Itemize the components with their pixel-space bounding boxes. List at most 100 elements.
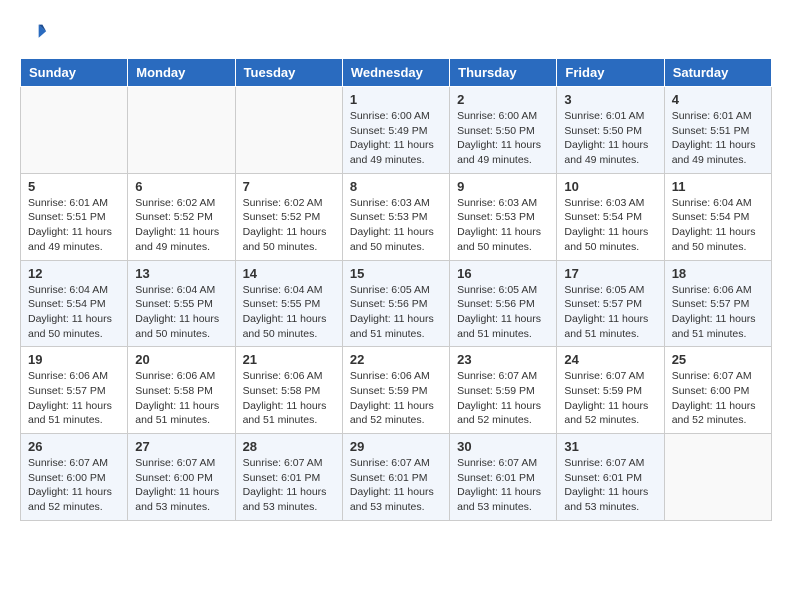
day-number: 12 <box>28 266 120 281</box>
day-number: 6 <box>135 179 227 194</box>
cell-content: Sunrise: 6:00 AMSunset: 5:49 PMDaylight:… <box>350 109 442 168</box>
day-number: 20 <box>135 352 227 367</box>
calendar-cell <box>235 87 342 174</box>
calendar-cell: 27Sunrise: 6:07 AMSunset: 6:00 PMDayligh… <box>128 434 235 521</box>
logo-icon <box>20 20 48 48</box>
calendar-cell: 28 Sunrise: 6:07 AMSunset: 6:01 PMDayligh… <box>235 434 342 521</box>
calendar-cell: 18 Sunrise: 6:06 AMSunset: 5:57 PMDayligh… <box>664 260 771 347</box>
day-number: 27 <box>135 439 227 454</box>
calendar-week-row: 19 Sunrise: 6:06 AMSunset: 5:57 PMDayligh… <box>21 347 772 434</box>
cell-content: Sunrise: 6:05 AMSunset: 5:56 PMDaylight:… <box>457 283 549 342</box>
cell-content: Sunrise: 6:07 AMSunset: 6:01 PMDaylight:… <box>457 456 549 515</box>
day-number: 2 <box>457 92 549 107</box>
cell-content: Sunrise: 6:03 AMSunset: 5:53 PMDaylight:… <box>350 196 442 255</box>
cell-content: Sunrise: 6:06 AMSunset: 5:58 PMDaylight:… <box>243 369 335 428</box>
day-number: 30 <box>457 439 549 454</box>
day-number: 23 <box>457 352 549 367</box>
day-number: 26 <box>28 439 120 454</box>
cell-content: Sunrise: 6:01 AMSunset: 5:51 PMDaylight:… <box>672 109 764 168</box>
cell-content: Sunrise: 6:07 AMSunset: 6:01 PMDaylight:… <box>350 456 442 515</box>
day-number: 18 <box>672 266 764 281</box>
calendar-cell: 3 Sunrise: 6:01 AMSunset: 5:50 PMDaylight… <box>557 87 664 174</box>
cell-content: Sunrise: 6:07 AMSunset: 6:01 PMDaylight:… <box>243 456 335 515</box>
cell-content: Sunrise: 6:07 AMSunset: 6:00 PMDaylight:… <box>672 369 764 428</box>
day-number: 14 <box>243 266 335 281</box>
cell-content: Sunrise: 6:07 AMSunset: 5:59 PMDaylight:… <box>564 369 656 428</box>
col-header-friday: Friday <box>557 59 664 87</box>
col-header-tuesday: Tuesday <box>235 59 342 87</box>
cell-content: Sunrise: 6:06 AMSunset: 5:57 PMDaylight:… <box>28 369 120 428</box>
day-number: 9 <box>457 179 549 194</box>
calendar-cell: 17 Sunrise: 6:05 AMSunset: 5:57 PMDayligh… <box>557 260 664 347</box>
calendar-cell: 4 Sunrise: 6:01 AMSunset: 5:51 PMDaylight… <box>664 87 771 174</box>
cell-content: Sunrise: 6:04 AMSunset: 5:54 PMDaylight:… <box>28 283 120 342</box>
cell-content: Sunrise: 6:06 AMSunset: 5:57 PMDaylight:… <box>672 283 764 342</box>
calendar-cell: 25 Sunrise: 6:07 AMSunset: 6:00 PMDayligh… <box>664 347 771 434</box>
day-number: 19 <box>28 352 120 367</box>
calendar-cell: 14 Sunrise: 6:04 AMSunset: 5:55 PMDayligh… <box>235 260 342 347</box>
calendar-cell: 20 Sunrise: 6:06 AMSunset: 5:58 PMDayligh… <box>128 347 235 434</box>
calendar-cell: 11 Sunrise: 6:04 AMSunset: 5:54 PMDayligh… <box>664 173 771 260</box>
calendar-week-row: 12 Sunrise: 6:04 AMSunset: 5:54 PMDayligh… <box>21 260 772 347</box>
cell-content: Sunrise: 6:04 AMSunset: 5:55 PMDaylight:… <box>243 283 335 342</box>
day-number: 1 <box>350 92 442 107</box>
col-header-saturday: Saturday <box>664 59 771 87</box>
calendar-cell: 31Sunrise: 6:07 AMSunset: 6:01 PMDayligh… <box>557 434 664 521</box>
cell-content: Sunrise: 6:01 AMSunset: 5:51 PMDaylight:… <box>28 196 120 255</box>
day-number: 11 <box>672 179 764 194</box>
day-number: 15 <box>350 266 442 281</box>
calendar-header-row: SundayMondayTuesdayWednesdayThursdayFrid… <box>21 59 772 87</box>
logo <box>20 20 52 48</box>
calendar-cell: 2 Sunrise: 6:00 AMSunset: 5:50 PMDaylight… <box>450 87 557 174</box>
cell-content: Sunrise: 6:07 AMSunset: 6:01 PMDaylight:… <box>564 456 656 515</box>
day-number: 13 <box>135 266 227 281</box>
calendar-cell <box>21 87 128 174</box>
cell-content: Sunrise: 6:05 AMSunset: 5:57 PMDaylight:… <box>564 283 656 342</box>
day-number: 8 <box>350 179 442 194</box>
cell-content: Sunrise: 6:04 AMSunset: 5:55 PMDaylight:… <box>135 283 227 342</box>
day-number: 5 <box>28 179 120 194</box>
cell-content: Sunrise: 6:01 AMSunset: 5:50 PMDaylight:… <box>564 109 656 168</box>
day-number: 16 <box>457 266 549 281</box>
col-header-sunday: Sunday <box>21 59 128 87</box>
calendar-cell: 9Sunrise: 6:03 AMSunset: 5:53 PMDaylight… <box>450 173 557 260</box>
calendar-cell: 19 Sunrise: 6:06 AMSunset: 5:57 PMDayligh… <box>21 347 128 434</box>
calendar-cell: 29 Sunrise: 6:07 AMSunset: 6:01 PMDayligh… <box>342 434 449 521</box>
day-number: 7 <box>243 179 335 194</box>
calendar-cell: 1 Sunrise: 6:00 AMSunset: 5:49 PMDaylight… <box>342 87 449 174</box>
calendar-week-row: 26 Sunrise: 6:07 AMSunset: 6:00 PMDayligh… <box>21 434 772 521</box>
calendar-cell: 12 Sunrise: 6:04 AMSunset: 5:54 PMDayligh… <box>21 260 128 347</box>
cell-content: Sunrise: 6:07 AMSunset: 5:59 PMDaylight:… <box>457 369 549 428</box>
calendar-cell: 23 Sunrise: 6:07 AMSunset: 5:59 PMDayligh… <box>450 347 557 434</box>
day-number: 29 <box>350 439 442 454</box>
calendar-week-row: 5 Sunrise: 6:01 AMSunset: 5:51 PMDaylight… <box>21 173 772 260</box>
calendar-cell: 16 Sunrise: 6:05 AMSunset: 5:56 PMDayligh… <box>450 260 557 347</box>
day-number: 22 <box>350 352 442 367</box>
calendar-cell: 15 Sunrise: 6:05 AMSunset: 5:56 PMDayligh… <box>342 260 449 347</box>
calendar-cell: 10 Sunrise: 6:03 AMSunset: 5:54 PMDayligh… <box>557 173 664 260</box>
day-number: 10 <box>564 179 656 194</box>
calendar-cell: 30 Sunrise: 6:07 AMSunset: 6:01 PMDayligh… <box>450 434 557 521</box>
cell-content: Sunrise: 6:06 AMSunset: 5:59 PMDaylight:… <box>350 369 442 428</box>
cell-content: Sunrise: 6:07 AMSunset: 6:00 PMDaylight:… <box>28 456 120 515</box>
calendar-cell: 24 Sunrise: 6:07 AMSunset: 5:59 PMDayligh… <box>557 347 664 434</box>
calendar-cell: 8 Sunrise: 6:03 AMSunset: 5:53 PMDaylight… <box>342 173 449 260</box>
calendar-table: SundayMondayTuesdayWednesdayThursdayFrid… <box>20 58 772 521</box>
cell-content: Sunrise: 6:03 AMSunset: 5:54 PMDaylight:… <box>564 196 656 255</box>
cell-content: Sunrise: 6:00 AMSunset: 5:50 PMDaylight:… <box>457 109 549 168</box>
cell-content: Sunrise: 6:02 AMSunset: 5:52 PMDaylight:… <box>135 196 227 255</box>
cell-content: Sunrise: 6:04 AMSunset: 5:54 PMDaylight:… <box>672 196 764 255</box>
day-number: 24 <box>564 352 656 367</box>
day-number: 17 <box>564 266 656 281</box>
day-number: 3 <box>564 92 656 107</box>
day-number: 28 <box>243 439 335 454</box>
calendar-cell: 6 Sunrise: 6:02 AMSunset: 5:52 PMDaylight… <box>128 173 235 260</box>
day-number: 25 <box>672 352 764 367</box>
cell-content: Sunrise: 6:05 AMSunset: 5:56 PMDaylight:… <box>350 283 442 342</box>
calendar-week-row: 1 Sunrise: 6:00 AMSunset: 5:49 PMDaylight… <box>21 87 772 174</box>
col-header-monday: Monday <box>128 59 235 87</box>
cell-content: Sunrise: 6:06 AMSunset: 5:58 PMDaylight:… <box>135 369 227 428</box>
cell-content: Sunrise: 6:02 AMSunset: 5:52 PMDaylight:… <box>243 196 335 255</box>
day-number: 4 <box>672 92 764 107</box>
calendar-cell: 22 Sunrise: 6:06 AMSunset: 5:59 PMDayligh… <box>342 347 449 434</box>
